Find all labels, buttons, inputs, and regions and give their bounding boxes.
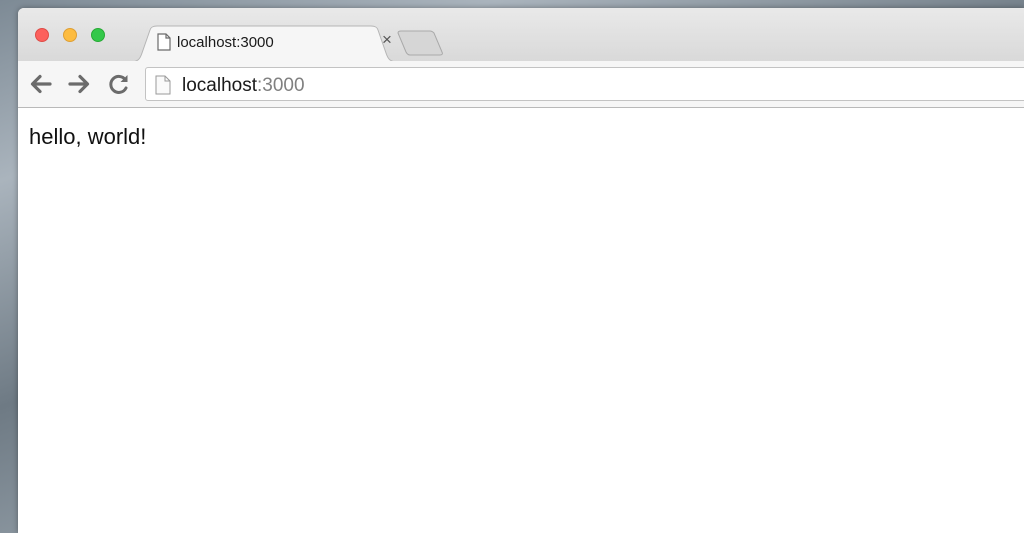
page-content: hello, world!	[18, 108, 1024, 533]
reload-icon[interactable]	[106, 71, 132, 97]
title-bar: localhost:3000 ×	[18, 8, 1024, 62]
close-window-button[interactable]	[35, 28, 49, 42]
tab-localhost[interactable]: localhost:3000 ×	[130, 25, 398, 62]
arrow-right-icon[interactable]	[66, 71, 92, 97]
page-icon	[155, 75, 171, 95]
new-tab-button[interactable]	[396, 30, 444, 56]
arrow-left-icon[interactable]	[28, 71, 54, 97]
minimize-window-button[interactable]	[63, 28, 77, 42]
url-port: :3000	[257, 75, 305, 96]
browser-toolbar: localhost:3000	[18, 61, 1024, 108]
page-icon	[157, 33, 171, 51]
address-bar[interactable]: localhost:3000	[145, 67, 1024, 101]
url-host: localhost	[182, 75, 257, 96]
desktop-background: localhost:3000 × localhost:3000 hello, w…	[0, 0, 1024, 533]
tab-close-icon[interactable]: ×	[380, 31, 394, 48]
tab-title: localhost:3000	[177, 34, 274, 51]
address-bar-url[interactable]: localhost:3000	[182, 75, 305, 97]
zoom-window-button[interactable]	[91, 28, 105, 42]
browser-window: localhost:3000 × localhost:3000 hello, w…	[18, 8, 1024, 533]
page-body-text: hello, world!	[29, 124, 147, 149]
